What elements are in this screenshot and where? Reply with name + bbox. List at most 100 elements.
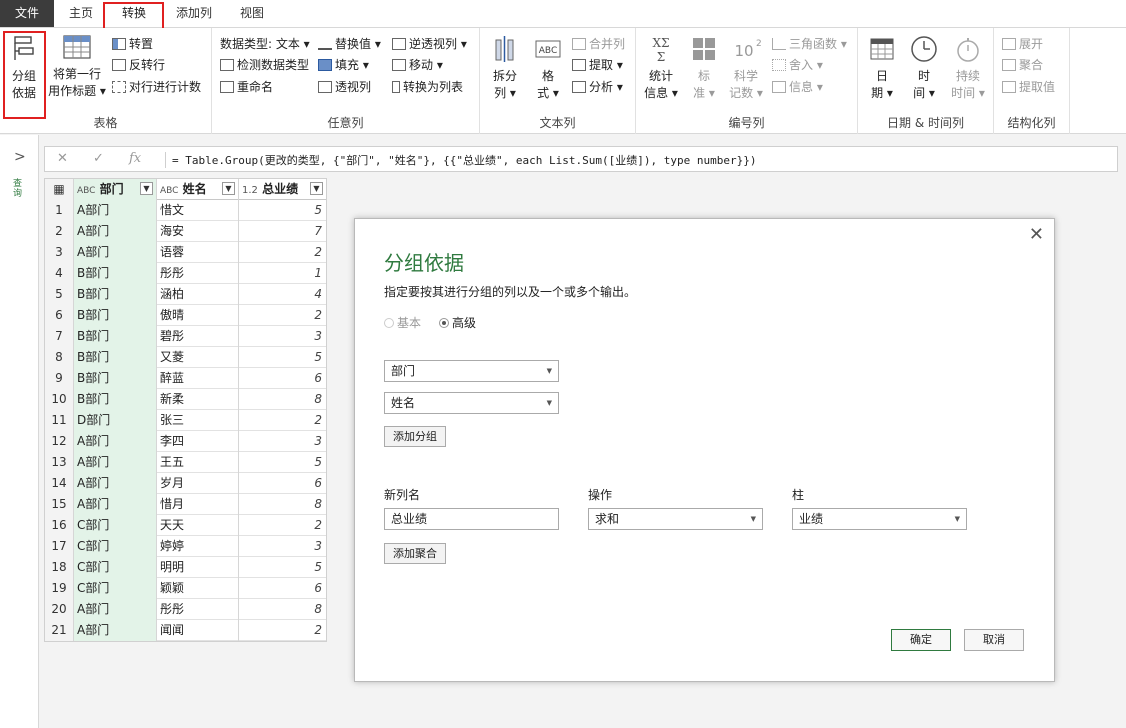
detect-type-button[interactable]: 检测数据类型	[220, 57, 309, 73]
column-header-dept[interactable]: ABC 部门 ▼	[74, 179, 157, 200]
dept-cell[interactable]: A部门	[74, 452, 157, 473]
trig-button[interactable]: 三角函数 ▾	[772, 36, 847, 52]
filter-dropdown-total-icon[interactable]: ▼	[310, 182, 323, 195]
count-rows-button[interactable]: 对行进行计数	[112, 79, 201, 95]
table-menu-icon[interactable]: ▦	[45, 179, 74, 200]
table-row[interactable]: 6 B部门 傲晴 2	[45, 305, 326, 326]
table-row[interactable]: 20 A部门 彤彤 8	[45, 599, 326, 620]
total-cell[interactable]: 6	[239, 368, 326, 389]
ok-button[interactable]: 确定	[891, 629, 951, 651]
dept-cell[interactable]: C部门	[74, 536, 157, 557]
standard-button[interactable]: 标 准 ▾	[686, 34, 722, 102]
dept-cell[interactable]: A部门	[74, 200, 157, 221]
name-cell[interactable]: 闻闻	[157, 620, 239, 641]
dept-cell[interactable]: C部门	[74, 557, 157, 578]
rename-button[interactable]: 重命名	[220, 79, 273, 95]
aggregate-button[interactable]: 聚合	[1002, 57, 1043, 73]
statistics-button[interactable]: XΣ Σ 统计 信息 ▾	[642, 34, 680, 102]
dept-cell[interactable]: A部门	[74, 599, 157, 620]
tab-home[interactable]: 主页	[58, 0, 104, 27]
formula-text[interactable]: = Table.Group(更改的类型, {"部门", "姓名"}, {{"总业…	[165, 152, 756, 168]
name-cell[interactable]: 海安	[157, 221, 239, 242]
format-button[interactable]: ABC 格 式 ▾	[530, 34, 566, 102]
table-row[interactable]: 11 D部门 张三 2	[45, 410, 326, 431]
name-cell[interactable]: 王五	[157, 452, 239, 473]
total-cell[interactable]: 1	[239, 263, 326, 284]
total-cell[interactable]: 2	[239, 410, 326, 431]
total-cell[interactable]: 6	[239, 473, 326, 494]
table-row[interactable]: 17 C部门 婷婷 3	[45, 536, 326, 557]
filter-dropdown-name-icon[interactable]: ▼	[222, 182, 235, 195]
total-cell[interactable]: 5	[239, 200, 326, 221]
data-type-button[interactable]: 数据类型: 文本 ▾	[220, 36, 310, 52]
total-cell[interactable]: 2	[239, 242, 326, 263]
transpose-button[interactable]: 转置	[112, 36, 153, 52]
pivot-button[interactable]: 透视列	[318, 79, 371, 95]
name-cell[interactable]: 岁月	[157, 473, 239, 494]
total-cell[interactable]: 3	[239, 326, 326, 347]
extract-button[interactable]: 提取 ▾	[572, 57, 623, 73]
dept-cell[interactable]: C部门	[74, 515, 157, 536]
name-cell[interactable]: 醉蓝	[157, 368, 239, 389]
table-row[interactable]: 13 A部门 王五 5	[45, 452, 326, 473]
total-cell[interactable]: 8	[239, 494, 326, 515]
table-row[interactable]: 9 B部门 醉蓝 6	[45, 368, 326, 389]
table-row[interactable]: 2 A部门 海安 7	[45, 221, 326, 242]
column-header-total[interactable]: 1.2 总业绩 ▼	[239, 179, 326, 200]
name-cell[interactable]: 惜文	[157, 200, 239, 221]
name-cell[interactable]: 彤彤	[157, 263, 239, 284]
total-cell[interactable]: 2	[239, 305, 326, 326]
filter-dropdown-dept-icon[interactable]: ▼	[140, 182, 153, 195]
dept-cell[interactable]: A部门	[74, 242, 157, 263]
to-list-button[interactable]: 转换为列表	[392, 79, 463, 95]
dept-cell[interactable]: D部门	[74, 410, 157, 431]
total-cell[interactable]: 4	[239, 284, 326, 305]
radio-advanced[interactable]: 高级	[439, 314, 476, 331]
expand-pane-chevron-icon[interactable]: >	[14, 149, 26, 165]
table-row[interactable]: 18 C部门 明明 5	[45, 557, 326, 578]
close-icon[interactable]: ✕	[1029, 224, 1044, 245]
cancel-formula-icon[interactable]: ✕	[57, 151, 68, 166]
radio-basic[interactable]: 基本	[384, 314, 421, 331]
extract-values-button[interactable]: 提取值	[1002, 79, 1055, 95]
operation-select[interactable]: 求和 ▼	[588, 508, 763, 530]
name-cell[interactable]: 彤彤	[157, 599, 239, 620]
merge-columns-button[interactable]: 合并列	[572, 36, 625, 52]
total-cell[interactable]: 3	[239, 536, 326, 557]
table-row[interactable]: 4 B部门 彤彤 1	[45, 263, 326, 284]
queries-pane-label[interactable]: 查询	[13, 179, 23, 199]
name-cell[interactable]: 婷婷	[157, 536, 239, 557]
parse-button[interactable]: 分析 ▾	[572, 79, 623, 95]
add-group-button[interactable]: 添加分组	[384, 426, 446, 447]
dept-cell[interactable]: B部门	[74, 368, 157, 389]
total-cell[interactable]: 7	[239, 221, 326, 242]
name-cell[interactable]: 明明	[157, 557, 239, 578]
table-row[interactable]: 15 A部门 惜月 8	[45, 494, 326, 515]
name-cell[interactable]: 张三	[157, 410, 239, 431]
rounding-button[interactable]: 舍入 ▾	[772, 57, 823, 73]
dept-cell[interactable]: A部门	[74, 221, 157, 242]
table-row[interactable]: 16 C部门 天天 2	[45, 515, 326, 536]
name-cell[interactable]: 碧彤	[157, 326, 239, 347]
new-column-name-input[interactable]: 总业绩	[384, 508, 559, 530]
date-button[interactable]: 日 期 ▾	[864, 34, 900, 102]
total-cell[interactable]: 2	[239, 515, 326, 536]
table-row[interactable]: 8 B部门 又菱 5	[45, 347, 326, 368]
move-button[interactable]: 移动 ▾	[392, 57, 443, 73]
tab-view[interactable]: 视图	[228, 0, 276, 27]
scientific-button[interactable]: 10 2 科学 记数 ▾	[726, 34, 766, 102]
reverse-rows-button[interactable]: 反转行	[112, 57, 165, 73]
total-cell[interactable]: 8	[239, 389, 326, 410]
dept-cell[interactable]: A部门	[74, 473, 157, 494]
total-cell[interactable]: 6	[239, 578, 326, 599]
name-cell[interactable]: 惜月	[157, 494, 239, 515]
add-aggregation-button[interactable]: 添加聚合	[384, 543, 446, 564]
name-cell[interactable]: 新柔	[157, 389, 239, 410]
fill-button[interactable]: 填充 ▾	[318, 57, 369, 73]
dept-cell[interactable]: B部门	[74, 326, 157, 347]
column-header-name[interactable]: ABC 姓名 ▼	[157, 179, 239, 200]
total-cell[interactable]: 3	[239, 431, 326, 452]
dept-cell[interactable]: A部门	[74, 494, 157, 515]
dept-cell[interactable]: A部门	[74, 431, 157, 452]
total-cell[interactable]: 5	[239, 452, 326, 473]
